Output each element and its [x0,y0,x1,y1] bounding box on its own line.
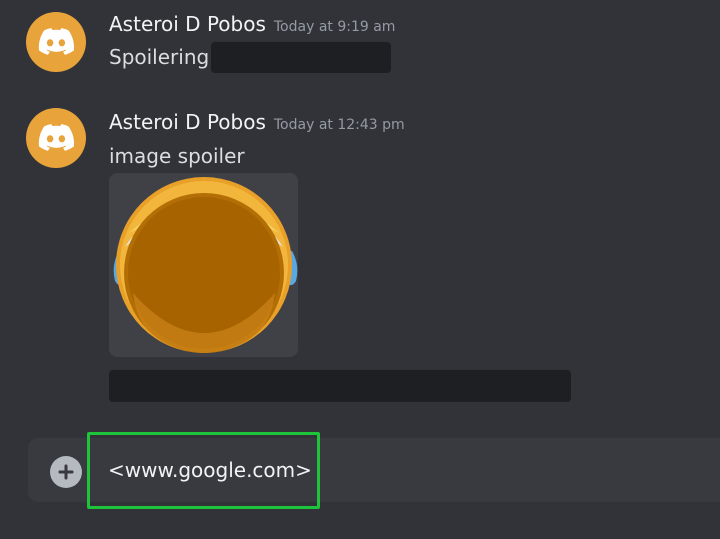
spoiler-text[interactable] [211,42,391,73]
message-text: Spoilering [109,45,210,69]
timestamp[interactable]: Today at 12:43 pm [274,117,405,133]
message-text: image spoiler [109,144,245,168]
avatar[interactable] [26,108,86,168]
author-name[interactable]: Asteroi D Pobos [109,12,266,36]
discord-logo-icon [38,124,74,151]
message-header: Asteroi D Pobos Today at 9:19 am [109,12,395,36]
plus-circle-icon [58,464,74,480]
image-attachment[interactable] [109,173,298,357]
avatar[interactable] [26,12,86,72]
discord-logo-icon [38,28,74,55]
add-attachment-button[interactable] [50,456,82,488]
author-name[interactable]: Asteroi D Pobos [109,110,266,134]
spoiler-text[interactable] [109,370,571,402]
crying-emoji-image [113,177,298,353]
timestamp[interactable]: Today at 9:19 am [274,19,396,35]
message-input[interactable]: <www.google.com> [108,458,312,482]
message-header: Asteroi D Pobos Today at 12:43 pm [109,110,405,134]
chat-area: Asteroi D Pobos Today at 9:19 am Spoileri… [0,0,720,539]
